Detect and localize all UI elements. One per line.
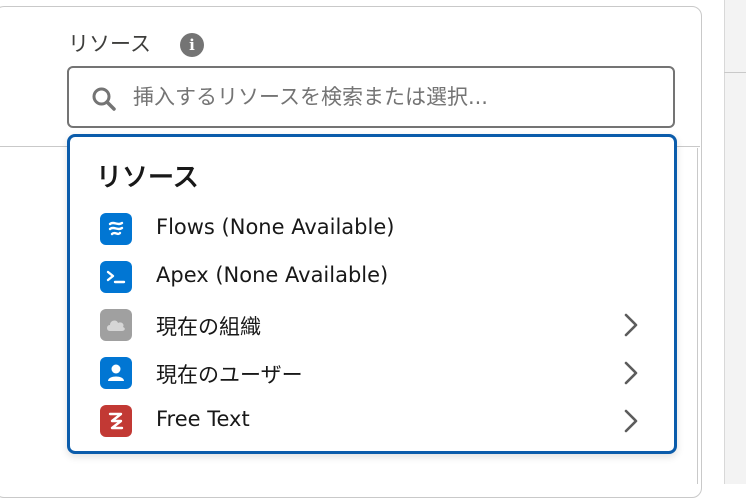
option-label: 現在のユーザー	[156, 363, 303, 387]
chevron-right-icon	[624, 409, 638, 433]
resource-dropdown: リソース Flows (None Available) Apex (None A…	[67, 134, 677, 454]
text-icon	[100, 405, 132, 437]
cloud-icon	[100, 309, 132, 341]
right-side-divider	[724, 72, 746, 73]
chevron-right-icon	[624, 361, 638, 385]
option-apex[interactable]: Apex (None Available)	[70, 254, 674, 300]
chevron-right-icon	[624, 313, 638, 337]
dropdown-heading: リソース	[96, 163, 199, 193]
option-label: Free Text	[156, 407, 250, 431]
user-icon	[100, 357, 132, 389]
option-label: Flows (None Available)	[156, 215, 395, 239]
search-icon	[92, 87, 116, 111]
option-free-text[interactable]: Free Text	[70, 398, 674, 444]
option-current-org[interactable]: 現在の組織	[70, 302, 674, 348]
option-label: 現在の組織	[156, 315, 261, 339]
info-icon[interactable]: i	[180, 33, 204, 57]
search-combobox[interactable]	[67, 66, 675, 128]
flow-icon	[100, 213, 132, 245]
field-label: リソース	[68, 32, 151, 56]
option-current-user[interactable]: 現在のユーザー	[70, 350, 674, 396]
option-flows[interactable]: Flows (None Available)	[70, 206, 674, 252]
right-border	[697, 148, 698, 484]
search-input[interactable]	[131, 76, 655, 118]
apex-icon	[100, 261, 132, 293]
option-label: Apex (None Available)	[156, 263, 389, 287]
